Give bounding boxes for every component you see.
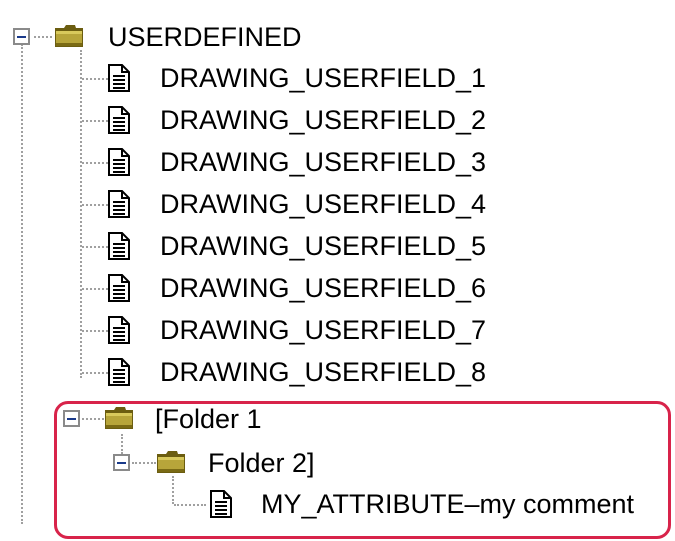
- tree-connector: [172, 476, 174, 504]
- document-icon: [108, 106, 130, 134]
- document-icon: [210, 490, 232, 518]
- tree-connector: [82, 78, 108, 80]
- collapse-toggle-folder-2[interactable]: [113, 454, 130, 471]
- tree-connector: [80, 50, 82, 378]
- tree-node-label: DRAWING_USERFIELD_8: [160, 357, 487, 387]
- tree-connector: [82, 120, 108, 122]
- tree-node-drawing-userfield-5[interactable]: DRAWING_USERFIELD_5: [160, 228, 486, 264]
- tree-connector: [82, 288, 108, 290]
- tree-node-userdefined[interactable]: USERDEFINED: [108, 19, 302, 55]
- tree-node-drawing-userfield-2[interactable]: DRAWING_USERFIELD_2: [160, 102, 486, 138]
- document-icon: [108, 316, 130, 344]
- tree-connector: [174, 504, 206, 506]
- tree-node-drawing-userfield-3[interactable]: DRAWING_USERFIELD_3: [160, 144, 486, 180]
- tree-node-drawing-userfield-8[interactable]: DRAWING_USERFIELD_8: [160, 354, 486, 390]
- tree-node-label: DRAWING_USERFIELD_2: [160, 105, 487, 135]
- document-icon: [108, 274, 130, 302]
- tree-connector: [82, 418, 104, 420]
- tree-connector: [82, 204, 108, 206]
- attribute-tree: USERDEFINED DRAWING_USERFIELD_1 DRAWING_…: [0, 0, 675, 541]
- tree-node-label: DRAWING_USERFIELD_7: [160, 315, 487, 345]
- tree-node-label: [Folder 1: [155, 404, 262, 434]
- tree-node-drawing-userfield-1[interactable]: DRAWING_USERFIELD_1: [160, 60, 486, 96]
- tree-node-label: DRAWING_USERFIELD_6: [160, 273, 487, 303]
- tree-connector: [121, 434, 123, 454]
- collapse-toggle-userdefined[interactable]: [13, 28, 30, 45]
- document-icon: [108, 190, 130, 218]
- tree-connector: [82, 330, 108, 332]
- tree-node-drawing-userfield-4[interactable]: DRAWING_USERFIELD_4: [160, 186, 486, 222]
- tree-node-label: USERDEFINED: [108, 22, 302, 52]
- tree-node-label: Folder 2]: [208, 448, 315, 478]
- document-icon: [108, 148, 130, 176]
- document-icon: [108, 232, 130, 260]
- tree-connector: [82, 372, 108, 374]
- tree-connector: [34, 36, 52, 38]
- tree-connector: [82, 246, 108, 248]
- tree-node-folder-2[interactable]: Folder 2]: [208, 445, 315, 481]
- folder-icon: [54, 24, 84, 48]
- document-icon: [108, 358, 130, 386]
- tree-node-my-attribute[interactable]: MY_ATTRIBUTE–my comment: [261, 486, 634, 522]
- collapse-toggle-folder-1[interactable]: [63, 410, 80, 427]
- tree-node-label: MY_ATTRIBUTE–my comment: [261, 489, 635, 519]
- document-icon: [108, 64, 130, 92]
- tree-connector: [82, 162, 108, 164]
- tree-node-label: DRAWING_USERFIELD_1: [160, 63, 487, 93]
- tree-node-drawing-userfield-7[interactable]: DRAWING_USERFIELD_7: [160, 312, 486, 348]
- tree-node-drawing-userfield-6[interactable]: DRAWING_USERFIELD_6: [160, 270, 486, 306]
- tree-node-label: DRAWING_USERFIELD_4: [160, 189, 487, 219]
- tree-node-label: DRAWING_USERFIELD_5: [160, 231, 487, 261]
- tree-node-label: DRAWING_USERFIELD_3: [160, 147, 487, 177]
- folder-icon: [104, 406, 134, 430]
- tree-node-folder-1[interactable]: [Folder 1: [155, 401, 262, 437]
- tree-connector: [132, 462, 156, 464]
- folder-icon: [156, 450, 186, 474]
- tree-connector: [21, 44, 23, 524]
